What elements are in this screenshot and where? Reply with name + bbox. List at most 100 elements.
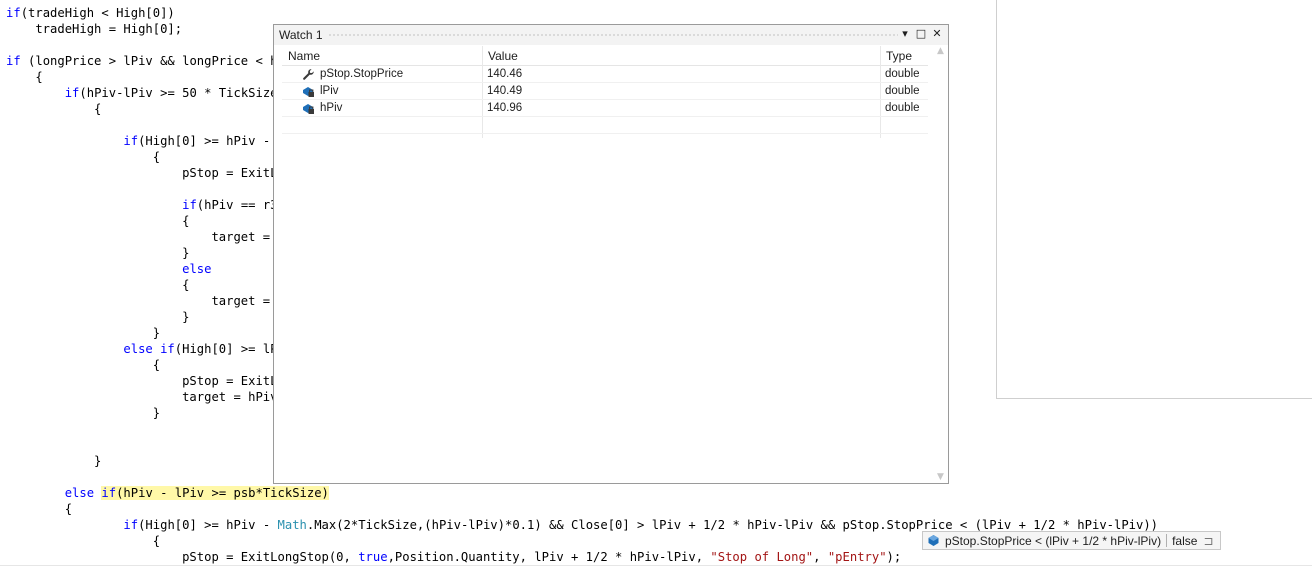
code-token: pStop = ExitLongStop(0, [6, 550, 359, 564]
code-token: { [6, 70, 43, 84]
code-token: } [6, 310, 190, 324]
code-line[interactable]: target = t [6, 229, 285, 245]
field-lock-icon [303, 104, 314, 114]
watch-title: Watch 1 [279, 28, 323, 42]
watch-row[interactable]: pStop.StopPrice 140.46 double [282, 66, 928, 83]
code-token: pStop = ExitLo [6, 166, 285, 180]
datatip-expression: pStop.StopPrice < (lPiv + 1/2 * hPiv-lPi… [945, 533, 1162, 548]
code-token: target = t [6, 230, 285, 244]
code-line[interactable]: target = l [6, 293, 285, 309]
code-line[interactable]: if(tradeHigh < High[0]) [6, 5, 175, 21]
code-token: { [6, 278, 190, 292]
datatip-divider [1166, 534, 1168, 547]
code-token: { [6, 534, 161, 548]
watch-value[interactable]: 140.46 [487, 66, 522, 83]
code-token: target = hPiv [6, 390, 278, 404]
watch-row[interactable]: hPiv 140.96 double [282, 100, 928, 117]
divider [0, 565, 1312, 566]
code-line[interactable]: { [6, 213, 189, 229]
maximize-icon[interactable]: □ [914, 27, 928, 41]
watch-type: double [885, 85, 920, 97]
code-token: if [64, 86, 80, 100]
column-header-name[interactable]: Name [282, 46, 482, 66]
dropdown-icon[interactable]: ▾ [898, 27, 912, 41]
scroll-down-icon[interactable]: ▼ [934, 472, 947, 482]
watch-grid[interactable]: Name Value Type pStop.StopPrice 140.46 d… [282, 46, 928, 138]
code-line[interactable]: } [6, 405, 160, 421]
code-token: true [358, 550, 388, 564]
watch-row[interactable]: lPiv 140.49 double [282, 83, 928, 100]
code-line[interactable]: if(hPiv-lPiv >= 50 * TickSize) [6, 85, 285, 101]
code-line[interactable]: } [6, 245, 189, 261]
code-token: { [6, 502, 73, 516]
watch-name: hPiv [320, 102, 343, 114]
code-line[interactable]: if(hPiv == r3) [6, 197, 285, 213]
code-token: target = l [6, 294, 285, 308]
code-token: { [6, 358, 161, 372]
code-line[interactable]: else if(hPiv - lPiv >= psb*TickSize) [6, 485, 329, 501]
code-token: else [182, 262, 212, 276]
code-line[interactable]: else [6, 261, 211, 277]
watch-title-bar[interactable]: Watch 1 ▾ □ ✕ [274, 25, 948, 45]
drag-grip[interactable] [328, 33, 898, 37]
code-token: if [123, 518, 139, 532]
column-header-type[interactable]: Type [880, 46, 928, 66]
code-token: if [101, 486, 117, 500]
datatip-value[interactable]: false [1172, 534, 1197, 548]
code-token: } [6, 454, 102, 468]
code-line[interactable]: { [6, 69, 43, 85]
code-token: { [6, 150, 161, 164]
code-token: (hPiv == r3) [196, 198, 285, 212]
datatip[interactable]: pStop.StopPrice < (lPiv + 1/2 * hPiv-lPi… [922, 531, 1221, 550]
code-token: if [6, 6, 21, 20]
watch-name: pStop.StopPrice [320, 68, 404, 80]
code-token: else [64, 486, 95, 500]
code-line[interactable]: } [6, 309, 189, 325]
code-token: tradeHigh = High[0]; [6, 22, 183, 36]
column-header-value[interactable]: Value [482, 46, 880, 66]
wrench-icon [303, 69, 314, 80]
watch-empty-row[interactable] [282, 117, 928, 134]
side-panel [996, 0, 1312, 399]
watch-window[interactable]: Watch 1 ▾ □ ✕ Name Value Type pStop.Stop… [273, 24, 949, 484]
code-line[interactable]: } [6, 325, 160, 341]
code-line[interactable]: { [6, 149, 160, 165]
object-icon [928, 535, 939, 546]
code-line[interactable]: { [6, 357, 160, 373]
watch-value[interactable]: 140.96 [487, 100, 522, 117]
code-line[interactable]: pStop = ExitLo [6, 165, 285, 181]
code-token: ); [886, 550, 902, 564]
code-line[interactable]: if (longPrice > lPiv && longPrice < hP [6, 53, 285, 69]
code-token: (hPiv-lPiv >= 50 * TickSize) [79, 86, 285, 100]
code-line[interactable]: pStop = ExitLo [6, 373, 285, 389]
code-token: } [6, 406, 161, 420]
watch-type: double [885, 68, 920, 80]
code-line[interactable]: target = hPiv [6, 389, 278, 405]
code-line[interactable]: { [6, 277, 189, 293]
pin-icon[interactable]: ⊐ [1203, 534, 1213, 548]
code-line[interactable]: tradeHigh = High[0]; [6, 21, 182, 37]
vertical-scrollbar[interactable]: ▲ ▼ [934, 46, 947, 482]
code-token: } [6, 326, 161, 340]
code-line[interactable]: pStop = ExitLongStop(0, true,Position.Qu… [6, 549, 901, 565]
close-icon[interactable]: ✕ [930, 27, 944, 41]
code-line[interactable]: { [6, 533, 160, 549]
code-line[interactable]: { [6, 101, 101, 117]
code-line[interactable]: { [6, 501, 72, 517]
code-token: pStop = ExitLo [6, 374, 285, 388]
code-token: (High[0] >= hPiv - [138, 518, 278, 532]
code-token: Math [277, 518, 307, 532]
code-token: if [123, 134, 139, 148]
code-token: if [182, 198, 197, 212]
code-token: (longPrice > lPiv && longPrice < hP [20, 54, 285, 68]
code-line[interactable]: } [6, 453, 101, 469]
watch-value[interactable]: 140.49 [487, 83, 522, 100]
code-token: { [6, 214, 190, 228]
scroll-up-icon[interactable]: ▲ [934, 46, 947, 56]
code-token: } [6, 246, 190, 260]
